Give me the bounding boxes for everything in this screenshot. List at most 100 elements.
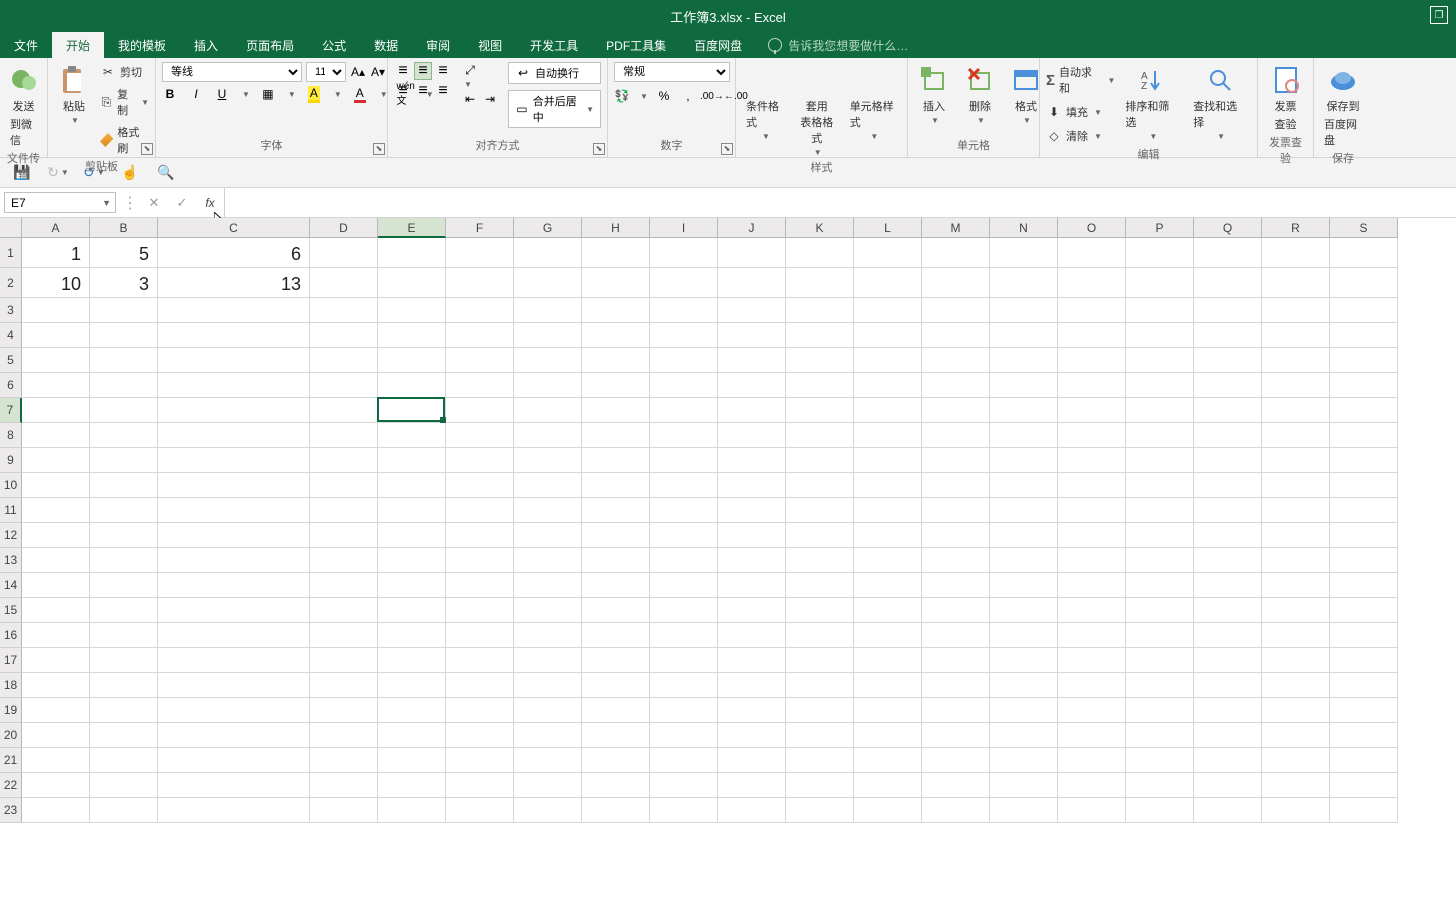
cell-G19[interactable] xyxy=(514,698,582,723)
cell-F15[interactable] xyxy=(446,598,514,623)
cell-S6[interactable] xyxy=(1330,373,1398,398)
number-format-select[interactable]: 常规 xyxy=(614,62,730,82)
cell-P14[interactable] xyxy=(1126,573,1194,598)
cell-G16[interactable] xyxy=(514,623,582,648)
cell-A23[interactable] xyxy=(22,798,90,823)
cell-A13[interactable] xyxy=(22,548,90,573)
cell-K21[interactable] xyxy=(786,748,854,773)
cell-C9[interactable] xyxy=(158,448,310,473)
cell-I3[interactable] xyxy=(650,298,718,323)
cell-A20[interactable] xyxy=(22,723,90,748)
cell-Q23[interactable] xyxy=(1194,798,1262,823)
cell-Q14[interactable] xyxy=(1194,573,1262,598)
cell-G8[interactable] xyxy=(514,423,582,448)
cell-H11[interactable] xyxy=(582,498,650,523)
cell-L1[interactable] xyxy=(854,238,922,268)
cell-R4[interactable] xyxy=(1262,323,1330,348)
cell-I16[interactable] xyxy=(650,623,718,648)
cell-H9[interactable] xyxy=(582,448,650,473)
cell-M21[interactable] xyxy=(922,748,990,773)
cell-N13[interactable] xyxy=(990,548,1058,573)
cell-Q20[interactable] xyxy=(1194,723,1262,748)
cell-P2[interactable] xyxy=(1126,268,1194,298)
cell-C3[interactable] xyxy=(158,298,310,323)
cell-Q13[interactable] xyxy=(1194,548,1262,573)
cell-H15[interactable] xyxy=(582,598,650,623)
cell-S3[interactable] xyxy=(1330,298,1398,323)
cell-S10[interactable] xyxy=(1330,473,1398,498)
cell-F10[interactable] xyxy=(446,473,514,498)
cell-M3[interactable] xyxy=(922,298,990,323)
cell-K7[interactable] xyxy=(786,398,854,423)
cell-Q2[interactable] xyxy=(1194,268,1262,298)
cell-P4[interactable] xyxy=(1126,323,1194,348)
cell-N8[interactable] xyxy=(990,423,1058,448)
accounting-format-button[interactable]: 💱 xyxy=(614,88,630,104)
cell-E13[interactable] xyxy=(378,548,446,573)
cell-G15[interactable] xyxy=(514,598,582,623)
cell-H23[interactable] xyxy=(582,798,650,823)
cell-B5[interactable] xyxy=(90,348,158,373)
cell-P10[interactable] xyxy=(1126,473,1194,498)
cell-G9[interactable] xyxy=(514,448,582,473)
row-header-2[interactable]: 2 xyxy=(0,268,22,298)
cell-F14[interactable] xyxy=(446,573,514,598)
cell-M8[interactable] xyxy=(922,423,990,448)
fx-icon[interactable]: fx xyxy=(196,188,224,217)
cell-B10[interactable] xyxy=(90,473,158,498)
cell-N14[interactable] xyxy=(990,573,1058,598)
cell-M1[interactable] xyxy=(922,238,990,268)
cell-J17[interactable] xyxy=(718,648,786,673)
cell-K2[interactable] xyxy=(786,268,854,298)
cell-J10[interactable] xyxy=(718,473,786,498)
cell-G11[interactable] xyxy=(514,498,582,523)
cell-P23[interactable] xyxy=(1126,798,1194,823)
cell-C20[interactable] xyxy=(158,723,310,748)
cell-N15[interactable] xyxy=(990,598,1058,623)
cell-C6[interactable] xyxy=(158,373,310,398)
cell-F8[interactable] xyxy=(446,423,514,448)
cell-Q16[interactable] xyxy=(1194,623,1262,648)
cell-C11[interactable] xyxy=(158,498,310,523)
cell-S22[interactable] xyxy=(1330,773,1398,798)
row-header-19[interactable]: 19 xyxy=(0,698,22,723)
invoice-check-button[interactable]: 发票查验 xyxy=(1264,62,1307,134)
cell-L6[interactable] xyxy=(854,373,922,398)
cell-A19[interactable] xyxy=(22,698,90,723)
cell-Q9[interactable] xyxy=(1194,448,1262,473)
align-top-center[interactable]: ≡ xyxy=(414,62,432,80)
align-mid-right[interactable]: ≡ xyxy=(434,82,452,100)
alignment-dialog-launcher[interactable]: ⬊ xyxy=(593,143,605,155)
cell-S18[interactable] xyxy=(1330,673,1398,698)
cell-B15[interactable] xyxy=(90,598,158,623)
cell-G17[interactable] xyxy=(514,648,582,673)
cell-Q19[interactable] xyxy=(1194,698,1262,723)
cell-H10[interactable] xyxy=(582,473,650,498)
cell-S20[interactable] xyxy=(1330,723,1398,748)
col-header-K[interactable]: K xyxy=(786,218,854,238)
cell-N10[interactable] xyxy=(990,473,1058,498)
cell-I7[interactable] xyxy=(650,398,718,423)
cell-Q10[interactable] xyxy=(1194,473,1262,498)
align-top-right[interactable]: ≡ xyxy=(434,62,452,80)
cell-D5[interactable] xyxy=(310,348,378,373)
cell-I19[interactable] xyxy=(650,698,718,723)
cell-H18[interactable] xyxy=(582,673,650,698)
cell-Q18[interactable] xyxy=(1194,673,1262,698)
cell-I9[interactable] xyxy=(650,448,718,473)
cell-L21[interactable] xyxy=(854,748,922,773)
row-header-3[interactable]: 3 xyxy=(0,298,22,323)
paste-button[interactable]: 粘贴 ▼ xyxy=(54,62,94,127)
cell-B9[interactable] xyxy=(90,448,158,473)
tab-开发工具[interactable]: 开发工具 xyxy=(516,32,592,58)
comma-style-button[interactable]: , xyxy=(680,88,696,104)
cell-S14[interactable] xyxy=(1330,573,1398,598)
cell-J19[interactable] xyxy=(718,698,786,723)
cell-B23[interactable] xyxy=(90,798,158,823)
cell-G6[interactable] xyxy=(514,373,582,398)
cell-G2[interactable] xyxy=(514,268,582,298)
cell-B11[interactable] xyxy=(90,498,158,523)
cell-C15[interactable] xyxy=(158,598,310,623)
cell-Q22[interactable] xyxy=(1194,773,1262,798)
cell-R22[interactable] xyxy=(1262,773,1330,798)
